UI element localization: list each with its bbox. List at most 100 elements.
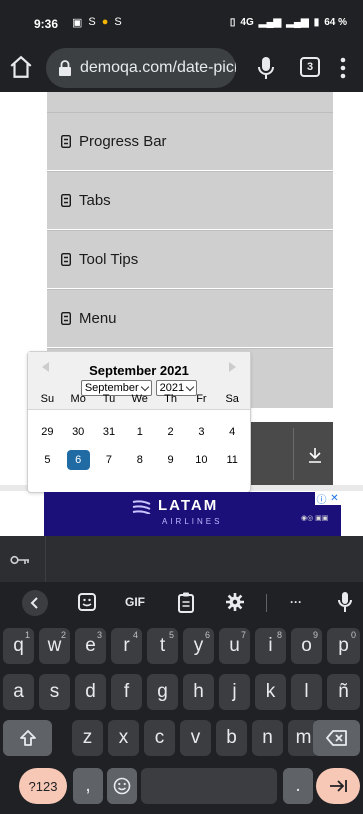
- keyboard-row-4: ?123 , .: [0, 768, 363, 804]
- scroll-to-bottom-panel: [251, 422, 333, 486]
- list-icon: [61, 135, 71, 148]
- key-j[interactable]: j: [219, 674, 250, 710]
- next-key[interactable]: [316, 768, 360, 804]
- close-icon[interactable]: ✕: [328, 492, 341, 505]
- key-f[interactable]: f: [111, 674, 142, 710]
- shift-key[interactable]: [3, 720, 52, 756]
- key-y[interactable]: y6: [183, 628, 214, 664]
- key-z[interactable]: z: [72, 720, 103, 756]
- sticker-icon[interactable]: [77, 590, 97, 614]
- backspace-key[interactable]: [313, 720, 360, 756]
- key-v[interactable]: v: [180, 720, 211, 756]
- gif-button[interactable]: GIF: [122, 590, 148, 614]
- sidebar-item-progress-bar[interactable]: Progress Bar: [47, 112, 333, 170]
- period-key[interactable]: .: [283, 768, 313, 804]
- key-n[interactable]: n: [252, 720, 283, 756]
- key-k[interactable]: k: [255, 674, 286, 710]
- key-u[interactable]: u7: [219, 628, 250, 664]
- key-w[interactable]: w2: [39, 628, 70, 664]
- weekday-label: Fr: [196, 393, 207, 405]
- key-i[interactable]: i8: [255, 628, 286, 664]
- chevron-down-icon: [140, 382, 149, 391]
- battery-percent: 64 %: [324, 17, 347, 28]
- keyboard: GIF ··· q1 w2 e3 r4 t5 y6 u7 i8 o9 p0 a …: [0, 582, 363, 814]
- list-icon: [61, 312, 71, 325]
- sidebar-item-tabs[interactable]: Tabs: [47, 171, 333, 229]
- ad-info-icon[interactable]: ⓘ: [315, 492, 328, 506]
- day-cell[interactable]: 30: [63, 422, 94, 442]
- notification-icon: ▣: [72, 17, 83, 29]
- keyboard-toolbar: GIF ···: [0, 582, 363, 624]
- status-bar: 9:36 ▣ S ● S ▯ 4G ▂▄▆ ▂▄▆ ▮ 64 %: [0, 0, 363, 44]
- home-icon[interactable]: [8, 54, 34, 80]
- day-cell[interactable]: 1: [124, 422, 155, 442]
- chevron-left-icon[interactable]: [22, 590, 48, 616]
- key-s[interactable]: s: [39, 674, 70, 710]
- week-row: 5 6 7 8 9 10 11: [32, 450, 248, 470]
- day-cell[interactable]: 5: [32, 450, 63, 470]
- key-x[interactable]: x: [108, 720, 139, 756]
- key-r[interactable]: r4: [111, 628, 142, 664]
- status-right: ▯ 4G ▂▄▆ ▂▄▆ ▮ 64 %: [230, 17, 347, 28]
- weekday-row: Su Mo Tu We Th Fr Sa: [32, 393, 248, 405]
- day-cell[interactable]: 11: [217, 450, 248, 470]
- key-p[interactable]: p0: [327, 628, 360, 664]
- key-h[interactable]: h: [183, 674, 214, 710]
- arrow-right-icon: [330, 780, 347, 792]
- key-e[interactable]: e3: [75, 628, 106, 664]
- day-cell[interactable]: 9: [155, 450, 186, 470]
- key-b[interactable]: b: [216, 720, 247, 756]
- ad-subtitle: AIRLINES: [162, 517, 223, 526]
- key-a[interactable]: a: [3, 674, 34, 710]
- keyboard-suggestion-bar: [0, 536, 363, 582]
- sidebar-item-menu[interactable]: Menu: [47, 289, 333, 347]
- sidebar-item-label: Tool Tips: [79, 251, 139, 268]
- key-l[interactable]: l: [291, 674, 322, 710]
- keyboard-row-3: z x c v b n m: [0, 720, 363, 756]
- address-bar[interactable]: demoqa.com/date-picker: [46, 48, 236, 88]
- day-cell[interactable]: 4: [217, 422, 248, 442]
- key-c[interactable]: c: [144, 720, 175, 756]
- signal-icon: ▂▄▆: [286, 17, 309, 28]
- vibrate-icon: ▯: [229, 17, 236, 28]
- emoji-key[interactable]: [107, 768, 137, 804]
- sidebar-item-label: Tabs: [79, 192, 111, 209]
- key-g[interactable]: g: [147, 674, 178, 710]
- key-t[interactable]: t5: [147, 628, 178, 664]
- day-cell-selected[interactable]: 6: [66, 450, 90, 470]
- microphone-icon[interactable]: [337, 590, 353, 614]
- key-n-tilde[interactable]: ñ: [327, 674, 360, 710]
- key-q[interactable]: q1: [3, 628, 34, 664]
- comma-key[interactable]: ,: [73, 768, 103, 804]
- microphone-icon[interactable]: [256, 56, 276, 80]
- weekday-label: Su: [40, 393, 55, 405]
- web-page: Progress Bar Tabs Tool Tips Menu Septemb…: [0, 92, 363, 536]
- lock-icon: [59, 60, 71, 76]
- date-picker: September 2021 September 2021 Su Mo Tu W…: [27, 351, 251, 493]
- notification-icons: ▣ S ● S: [72, 16, 122, 29]
- gear-icon[interactable]: [225, 590, 245, 614]
- password-key-icon[interactable]: [10, 555, 30, 565]
- download-icon[interactable]: [308, 447, 322, 463]
- clipboard-icon[interactable]: [177, 590, 195, 614]
- url-text[interactable]: demoqa.com/date-picker: [80, 59, 236, 77]
- day-cell[interactable]: 10: [186, 450, 217, 470]
- symbols-key[interactable]: ?123: [19, 768, 67, 804]
- key-o[interactable]: o9: [291, 628, 322, 664]
- overflow-menu-icon[interactable]: [340, 57, 346, 79]
- day-cell[interactable]: 31: [94, 422, 125, 442]
- day-cell[interactable]: 29: [32, 422, 63, 442]
- more-options-button[interactable]: ···: [285, 590, 307, 614]
- day-cell[interactable]: 3: [186, 422, 217, 442]
- tab-switcher-button[interactable]: 3: [300, 57, 320, 77]
- day-cell[interactable]: 2: [155, 422, 186, 442]
- key-d[interactable]: d: [75, 674, 106, 710]
- sidebar-item-tool-tips[interactable]: Tool Tips: [47, 230, 333, 288]
- list-icon: [61, 194, 71, 207]
- day-cell[interactable]: 8: [124, 450, 155, 470]
- weekday-label: We: [131, 393, 148, 405]
- ad-banner[interactable]: LATAM AIRLINES ⓘ ✕ ◉◎ ▣▣: [44, 492, 341, 536]
- sidebar-item[interactable]: [47, 92, 333, 112]
- space-key[interactable]: [141, 768, 277, 804]
- day-cell[interactable]: 7: [94, 450, 125, 470]
